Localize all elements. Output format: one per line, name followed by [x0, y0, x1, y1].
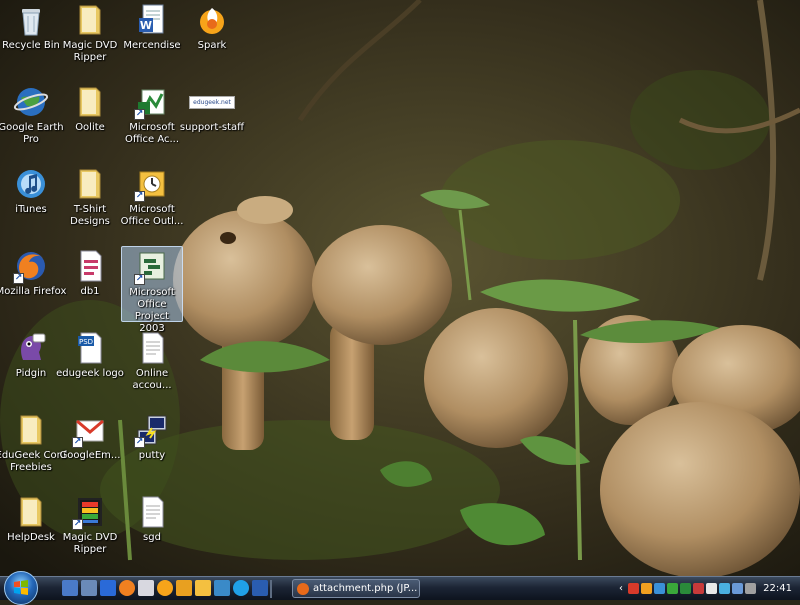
tray-status-icon[interactable] — [667, 583, 678, 594]
tray-app-icon[interactable] — [641, 583, 652, 594]
desktop-icon-label: db1 — [80, 286, 100, 297]
recycle-bin-icon — [13, 2, 49, 38]
system-tray: ‹ 22:41 — [616, 579, 798, 598]
firefox-icon — [297, 582, 309, 595]
switch-windows-icon[interactable] — [81, 580, 97, 596]
tray-alert-icon[interactable] — [693, 583, 704, 594]
word-document-icon: W — [134, 2, 170, 38]
folder-icon — [13, 494, 49, 530]
desktop-icon-microsoft-office-project[interactable]: ↗ Microsoft Office Project 2003 — [121, 246, 183, 334]
outlook-icon: ↗ — [134, 166, 170, 202]
web-link-icon: edugeek.net — [189, 84, 235, 120]
ie-icon[interactable] — [100, 580, 116, 596]
taskbar: attachment.php (JP... ‹ 22:41 — [0, 571, 800, 605]
taskbar-window-button[interactable]: attachment.php (JP... — [292, 579, 420, 598]
project-icon: ↗ — [134, 249, 170, 285]
folder-icon — [13, 412, 49, 448]
folder-icon — [72, 166, 108, 202]
desktop-icon-sgd[interactable]: sgd — [115, 492, 189, 572]
desktop-icon-label: Spark — [197, 40, 227, 51]
tray-mail-icon[interactable] — [706, 583, 717, 594]
word-icon[interactable] — [252, 580, 268, 596]
shortcut-arrow-icon: ↗ — [72, 519, 83, 530]
tray-volume-muted-icon[interactable] — [745, 583, 756, 594]
folder-icon — [72, 84, 108, 120]
desktop-icon-label: putty — [138, 450, 166, 461]
firefox-icon: ↗ — [13, 248, 49, 284]
outlook-icon[interactable] — [195, 580, 211, 596]
desktop-icon-label: Microsoft Office Outl... — [120, 204, 184, 227]
svg-text:W: W — [140, 19, 152, 32]
firefox-icon[interactable] — [119, 580, 135, 596]
tray-network-icon[interactable] — [680, 583, 691, 594]
folder-icon — [72, 2, 108, 38]
access-icon: ↗ — [134, 84, 170, 120]
show-desktop-icon[interactable] — [62, 580, 78, 596]
tray-connection-icon[interactable] — [732, 583, 743, 594]
desktop-icon-online-accounts[interactable]: Online accou... — [115, 328, 189, 408]
text-file-icon — [134, 494, 170, 530]
gmail-icon: ↗ — [72, 412, 108, 448]
windows-logo-icon — [14, 580, 28, 595]
shortcut-arrow-icon: ↗ — [134, 274, 145, 285]
text-file-icon — [134, 330, 170, 366]
taskbar-window-label: attachment.php (JP... — [313, 583, 418, 594]
google-earth-icon — [13, 84, 49, 120]
taskbar-separator — [270, 580, 272, 598]
itunes-icon — [13, 166, 49, 202]
putty-icon: ↗ — [134, 412, 170, 448]
desktop-icon-label: sgd — [143, 532, 161, 543]
desktop-icon-putty[interactable]: ↗ putty — [115, 410, 189, 490]
svg-text:PSD: PSD — [79, 338, 93, 346]
pidgin-icon — [13, 330, 49, 366]
show-hidden-icons-arrow[interactable]: ‹ — [616, 583, 626, 594]
shortcut-arrow-icon: ↗ — [72, 437, 83, 448]
skype-icon[interactable] — [233, 580, 249, 596]
shortcut-arrow-icon: ↗ — [134, 437, 145, 448]
mail-icon[interactable] — [138, 580, 154, 596]
desktop-icon-support-staff[interactable]: edugeek.net support-staff — [175, 82, 249, 162]
shortcut-arrow-icon: ↗ — [134, 191, 145, 202]
desktop-icon-microsoft-office-outlook[interactable]: ↗ Microsoft Office Outl... — [115, 164, 189, 244]
desktop-icon-label: Online accou... — [132, 368, 172, 391]
app-icon[interactable] — [214, 580, 230, 596]
document-icon — [72, 248, 108, 284]
media-icon[interactable] — [176, 580, 192, 596]
spark-icon — [194, 2, 230, 38]
tray-security-icon[interactable] — [628, 583, 639, 594]
tray-bluetooth-icon[interactable] — [654, 583, 665, 594]
desktop-icon-label: support-staff — [179, 122, 245, 133]
support-staff-logo: edugeek.net — [189, 95, 235, 109]
spark-icon[interactable] — [157, 580, 173, 596]
quick-launch-bar — [62, 580, 268, 598]
psd-icon: PSD — [72, 330, 108, 366]
desktop-icon-spark[interactable]: Spark — [175, 0, 249, 80]
desktop-icon-db1[interactable]: db1 — [53, 246, 127, 326]
tray-skype-icon[interactable] — [719, 583, 730, 594]
shortcut-arrow-icon: ↗ — [13, 273, 24, 284]
taskbar-clock[interactable]: 22:41 — [763, 583, 798, 594]
dvd-ripper-icon: ↗ — [72, 494, 108, 530]
shortcut-arrow-icon: ↗ — [134, 109, 145, 120]
